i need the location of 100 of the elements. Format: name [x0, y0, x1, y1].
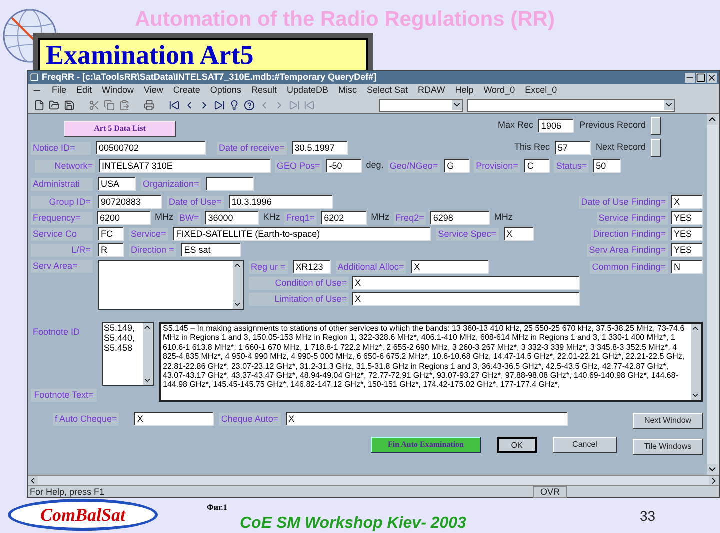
text-field[interactable]: X	[352, 292, 580, 306]
text-field[interactable]: 1906	[538, 119, 574, 133]
data-list-button[interactable]: Art 5 Data List	[64, 121, 176, 137]
scroll-down-icon[interactable]	[143, 376, 152, 385]
text-field[interactable]: 6298	[430, 211, 490, 225]
new-file-icon[interactable]	[34, 100, 45, 110]
lightbulb-icon[interactable]	[229, 100, 240, 110]
list-item[interactable]: S5.440,	[104, 333, 142, 343]
text-field[interactable]: ES sat	[181, 243, 242, 257]
scroll-down-icon[interactable]	[691, 391, 700, 400]
text-field[interactable]: USA	[98, 177, 136, 191]
menu-item[interactable]: View	[144, 85, 164, 96]
copy-icon[interactable]	[104, 100, 115, 110]
list-item[interactable]: S5.149,	[104, 323, 142, 333]
scroll-right-icon[interactable]	[709, 476, 719, 486]
text-field[interactable]: N	[671, 260, 703, 274]
field-label: Service Finding=	[596, 212, 668, 224]
record-nav-button[interactable]	[651, 117, 661, 135]
menu-item[interactable]: Excel_0	[525, 85, 558, 96]
text-field[interactable]: YES	[671, 243, 703, 257]
field-label: Date of Use=	[167, 196, 224, 208]
last-record-icon[interactable]	[214, 100, 225, 110]
open-folder-icon[interactable]	[49, 100, 60, 110]
unit-label: KHz	[263, 211, 280, 224]
text-field[interactable]: 30.5.1997	[292, 141, 348, 155]
text-field[interactable]: X	[134, 412, 214, 426]
examination-button[interactable]: Fin Auto Examination	[371, 437, 481, 453]
minimize-icon[interactable]	[685, 72, 695, 82]
menu-item[interactable]: UpdateDB	[286, 85, 328, 96]
first-record-icon[interactable]	[169, 100, 180, 110]
text-field[interactable]: -50	[326, 159, 362, 173]
paste-icon[interactable]	[119, 100, 130, 110]
menu-item[interactable]: Create	[173, 85, 200, 96]
text-field[interactable]: C	[524, 159, 550, 173]
text-field[interactable]	[206, 177, 254, 191]
dropdown-field[interactable]	[467, 98, 675, 112]
menu-item[interactable]: Result	[251, 85, 277, 96]
menu-item[interactable]: Select Sat	[367, 85, 408, 96]
menu-item[interactable]: Word_0	[484, 85, 516, 96]
field-label: Geo/NGeo=	[388, 160, 440, 172]
field-label: Administrati	[31, 178, 93, 190]
text-field[interactable]: 10.3.1996	[228, 195, 333, 209]
help-icon[interactable]	[244, 100, 255, 110]
scroll-down-icon[interactable]	[707, 464, 718, 475]
text-field[interactable]: 50	[593, 159, 622, 173]
menu-item[interactable]: Window	[102, 85, 134, 96]
dropdown-arrow-icon[interactable]	[452, 100, 462, 110]
dropdown-field[interactable]	[379, 98, 463, 112]
menu-item[interactable]: File	[52, 85, 67, 96]
text-field[interactable]: INTELSAT7 310E	[99, 159, 271, 173]
text-field[interactable]: 57	[554, 141, 591, 155]
cut-icon[interactable]	[89, 100, 100, 110]
list-item[interactable]: S5.458	[104, 343, 142, 353]
text-field[interactable]: 90720883	[98, 195, 162, 209]
record-nav-button[interactable]	[651, 139, 661, 157]
text-field[interactable]: G	[444, 159, 470, 173]
scroll-up-icon[interactable]	[707, 114, 718, 125]
close-icon[interactable]	[707, 72, 717, 82]
menu-item[interactable]: Help	[455, 85, 474, 96]
text-field[interactable]: FC	[98, 227, 124, 241]
footnote-id-list[interactable]: S5.149, S5.440, S5.458	[102, 322, 154, 386]
scroll-left-icon[interactable]	[28, 476, 38, 486]
text-field[interactable]: YES	[671, 211, 703, 225]
text-field[interactable]: X	[286, 412, 568, 426]
text-field[interactable]: R	[98, 243, 124, 257]
text-field[interactable]: X	[411, 260, 490, 274]
maximize-icon[interactable]	[696, 72, 706, 82]
text-field[interactable]: YES	[671, 227, 703, 241]
field-label: Freq2=	[394, 212, 426, 224]
field-label: L/R=	[31, 244, 93, 256]
serv-area-textarea[interactable]	[98, 260, 244, 310]
scroll-down-icon[interactable]	[233, 300, 242, 309]
field-label: Serv Area Finding=	[587, 244, 668, 256]
menu-item[interactable]: RDAW	[418, 85, 446, 96]
text-field[interactable]: 6202	[321, 211, 368, 225]
text-field[interactable]: 00500702	[96, 141, 206, 155]
menu-item[interactable]: Options	[210, 85, 242, 96]
field-label: Date of receive=	[217, 142, 287, 154]
dropdown-arrow-icon[interactable]	[664, 100, 674, 110]
text-field[interactable]: X	[671, 195, 703, 209]
menu-item[interactable]: Misc	[338, 85, 357, 96]
save-icon[interactable]	[64, 100, 75, 110]
text-field[interactable]: XR123	[292, 260, 331, 274]
dialog-button[interactable]: Tile Windows	[633, 439, 703, 455]
scroll-up-icon[interactable]	[143, 323, 152, 332]
scroll-up-icon[interactable]	[691, 324, 700, 333]
scroll-up-icon[interactable]	[233, 261, 242, 270]
dialog-button[interactable]: Cancel	[553, 437, 617, 453]
dialog-button[interactable]: OK	[497, 437, 537, 453]
menu-item[interactable]: Edit	[76, 85, 92, 96]
printer-icon[interactable]	[144, 100, 155, 110]
dialog-button[interactable]: Next Window	[633, 413, 703, 429]
field-label: Direction Finding=	[591, 228, 668, 240]
field-label: GEO Pos=	[275, 160, 322, 172]
text-field[interactable]: FIXED-SATELLITE (Earth-to-space)	[173, 227, 432, 241]
footnote-textarea[interactable]	[159, 322, 703, 402]
text-field[interactable]: X	[504, 227, 534, 241]
text-field[interactable]: 36000	[205, 211, 260, 225]
text-field[interactable]: 6200	[97, 211, 151, 225]
text-field[interactable]: X	[352, 276, 580, 290]
